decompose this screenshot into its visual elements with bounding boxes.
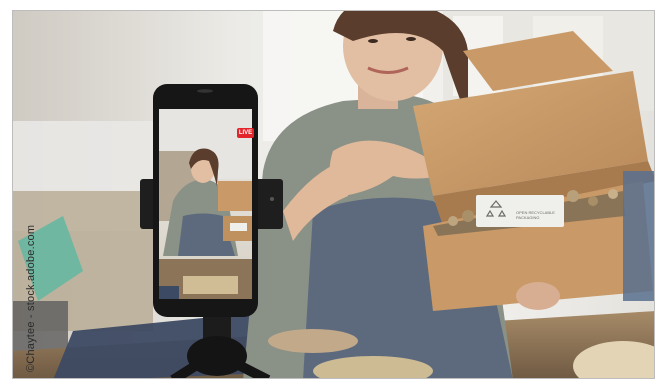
phone-speaker — [197, 89, 213, 93]
person-eye-right — [406, 37, 416, 41]
person-right-hand — [516, 282, 560, 310]
clamp-screw — [270, 197, 274, 201]
box-label-text: OPEN RECYCLABLE PACKAGING — [516, 210, 566, 220]
photo: LIVE OPEN RECYCLABLE PACKAGING — [12, 10, 655, 379]
blue-cloth-right — [623, 171, 654, 301]
person-eye-left — [368, 39, 378, 43]
photo-scene — [13, 11, 654, 378]
photo-credit: ©Chaytee - stock.adobe.com — [25, 224, 37, 372]
packing-paper — [268, 329, 358, 353]
image-frame: LIVE OPEN RECYCLABLE PACKAGING ©Chaytee … — [0, 0, 660, 385]
box-label-line-2: PACKAGING — [516, 215, 540, 220]
live-badge: LIVE — [237, 128, 254, 138]
